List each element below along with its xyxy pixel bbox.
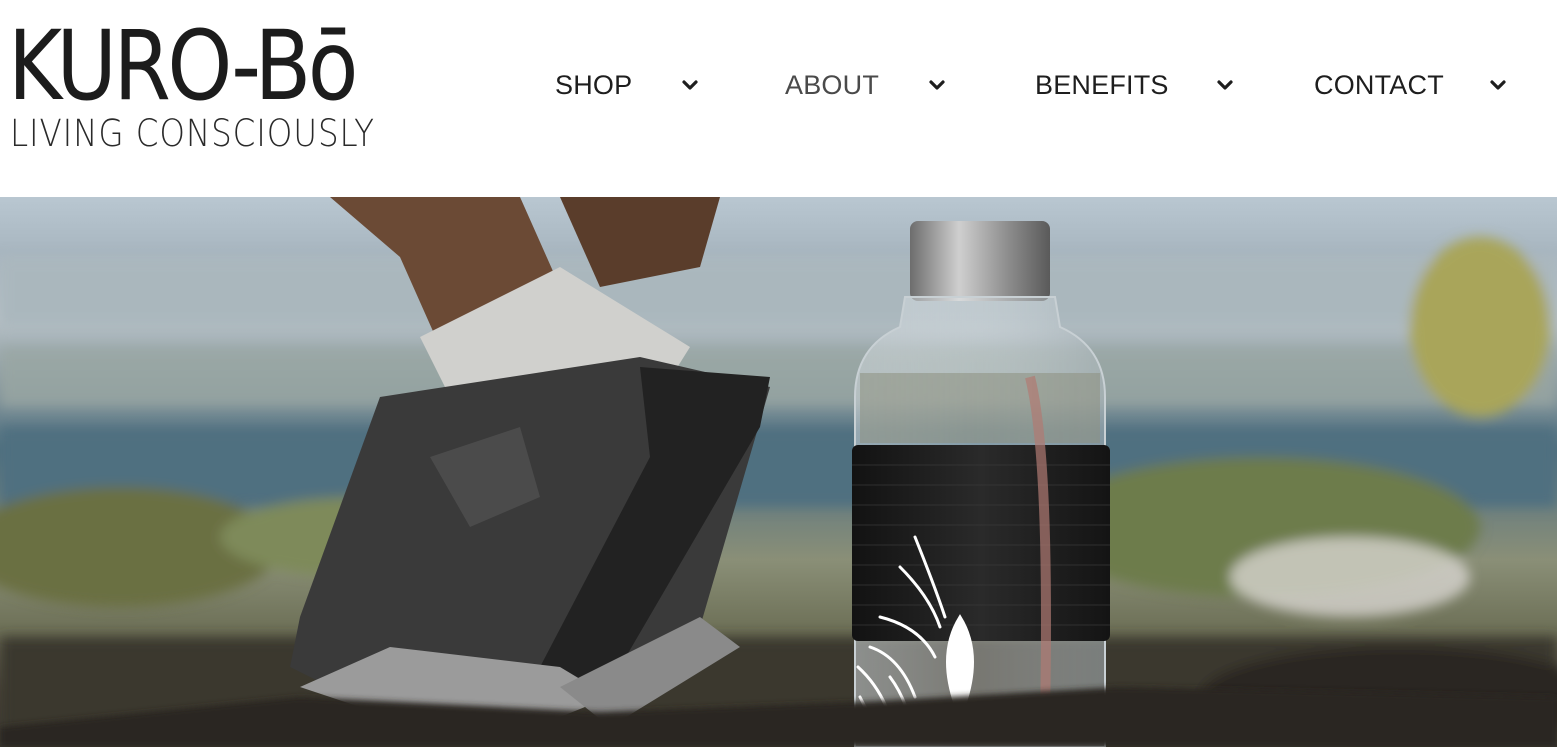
- chevron-down-icon: [682, 80, 698, 90]
- chevron-down-icon: [1490, 80, 1506, 90]
- brand-name: KURO-Bō: [8, 10, 358, 122]
- chevron-down-icon: [1217, 80, 1233, 90]
- brand-tagline: LIVING CONSCIOUSLY: [10, 112, 375, 155]
- nav-item-contact[interactable]: CONTACT: [1314, 62, 1508, 108]
- nav-label-about: ABOUT: [785, 69, 880, 100]
- hero-scene: [0, 197, 1557, 747]
- brand-logo[interactable]: KURO-Bō LIVING CONSCIOUSLY: [8, 18, 448, 158]
- nav-label-contact: CONTACT: [1314, 69, 1444, 100]
- nav-item-benefits[interactable]: BENEFITS: [1035, 62, 1235, 108]
- site-header: KURO-Bō LIVING CONSCIOUSLY SHOP ABOUT BE…: [0, 0, 1557, 197]
- hero-image: [0, 197, 1557, 747]
- nav-label-shop: SHOP: [555, 69, 633, 100]
- background-landscape: [0, 237, 1557, 747]
- chevron-down-icon: [929, 80, 945, 90]
- nav-item-shop[interactable]: SHOP: [555, 62, 700, 108]
- nav-label-benefits: BENEFITS: [1035, 69, 1169, 100]
- nav-item-about[interactable]: ABOUT: [785, 62, 947, 108]
